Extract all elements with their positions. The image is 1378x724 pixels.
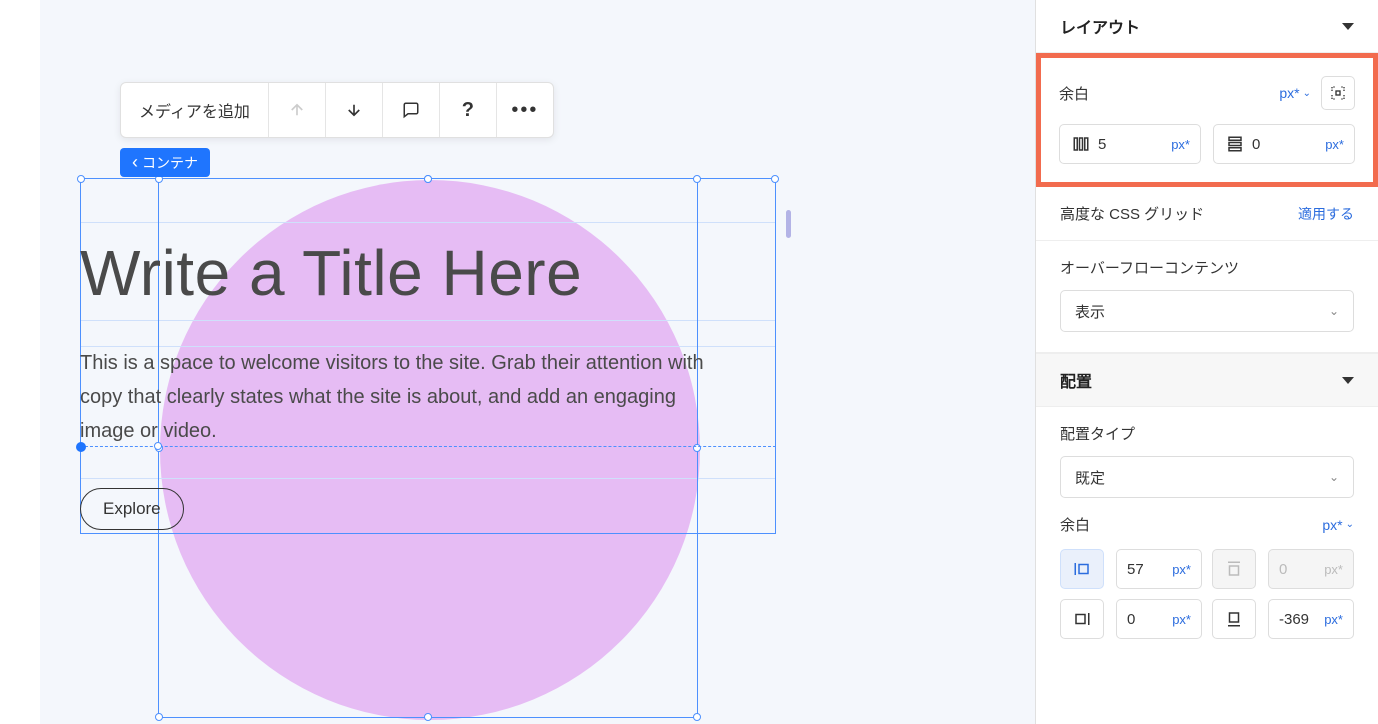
- chevron-down-icon: [1342, 23, 1354, 30]
- vertical-gap-value: 0: [1246, 136, 1325, 153]
- unit-label[interactable]: px*: [1172, 612, 1191, 627]
- help-button[interactable]: ?: [440, 83, 497, 137]
- resize-handle[interactable]: [693, 713, 701, 721]
- placement-section-header[interactable]: 配置: [1036, 353, 1378, 407]
- placement-type-label: 配置タイプ: [1060, 423, 1354, 444]
- margin-right-input[interactable]: 0 px*: [1116, 599, 1202, 639]
- margin-label: 余白: [1060, 514, 1090, 535]
- layout-section-title: レイアウト: [1060, 14, 1140, 38]
- placement-type-value: 既定: [1075, 467, 1105, 488]
- comment-icon: [401, 100, 421, 120]
- arrow-down-icon: [344, 100, 364, 120]
- margin-left-icon-button[interactable]: [1060, 549, 1104, 589]
- expand-icon: [1330, 85, 1346, 101]
- css-grid-row: 高度な CSS グリッド 適用する: [1036, 187, 1378, 241]
- margin-left-icon: [1073, 560, 1091, 578]
- gap-controls-highlight: 余白 px*⌄ 5 px* 0: [1036, 53, 1378, 187]
- divider-handle[interactable]: [786, 210, 791, 238]
- floating-toolbar: メディアを追加 ? •••: [120, 82, 554, 138]
- breadcrumb-label: コンテナ: [142, 153, 198, 173]
- margin-unit-dropdown[interactable]: px*⌄: [1322, 517, 1354, 533]
- inspector-panel: レイアウト 余白 px*⌄ 5 px*: [1035, 0, 1378, 724]
- body-text[interactable]: This is a space to welcome visitors to t…: [80, 346, 730, 448]
- margin-top-icon-button[interactable]: [1212, 549, 1256, 589]
- unit-label[interactable]: px*: [1325, 137, 1344, 152]
- title-text[interactable]: Write a Title Here: [80, 236, 582, 310]
- horizontal-gap-input[interactable]: 5 px*: [1059, 124, 1201, 164]
- more-button[interactable]: •••: [497, 83, 553, 137]
- apply-css-grid-link[interactable]: 適用する: [1298, 204, 1354, 224]
- margin-left-value: 57: [1127, 561, 1172, 578]
- unit-label[interactable]: px*: [1171, 137, 1190, 152]
- resize-handle[interactable]: [155, 713, 163, 721]
- margin-right-icon-button[interactable]: [1060, 599, 1104, 639]
- css-grid-label: 高度な CSS グリッド: [1060, 203, 1204, 224]
- unit-label[interactable]: px*: [1324, 612, 1343, 627]
- overflow-label: オーバーフローコンテンツ: [1060, 257, 1354, 278]
- margin-bottom-icon: [1225, 610, 1243, 628]
- margin-bottom-input[interactable]: -369 px*: [1268, 599, 1354, 639]
- margin-right-value: 0: [1127, 611, 1172, 628]
- comment-button[interactable]: [383, 83, 440, 137]
- horizontal-gap-value: 5: [1092, 136, 1171, 153]
- chevron-down-icon: [1342, 377, 1354, 384]
- chevron-down-icon: ⌄: [1329, 304, 1339, 318]
- resize-handle[interactable]: [424, 713, 432, 721]
- margin-top-value: 0: [1279, 561, 1324, 578]
- gap-label: 余白: [1059, 83, 1089, 104]
- margin-bottom-value: -369: [1279, 611, 1324, 628]
- margin-left-input[interactable]: 57 px*: [1116, 549, 1202, 589]
- columns-icon: [1070, 135, 1092, 153]
- placement-section-title: 配置: [1060, 368, 1092, 392]
- margin-top-icon: [1225, 560, 1243, 578]
- move-down-button[interactable]: [326, 83, 383, 137]
- layout-section-header[interactable]: レイアウト: [1036, 0, 1378, 53]
- arrow-up-icon: [287, 100, 307, 120]
- explore-button[interactable]: Explore: [80, 488, 184, 530]
- overflow-select[interactable]: 表示 ⌄: [1060, 290, 1354, 332]
- unit-label[interactable]: px*: [1172, 562, 1191, 577]
- vertical-gap-input[interactable]: 0 px*: [1213, 124, 1355, 164]
- resize-handle[interactable]: [77, 175, 85, 183]
- resize-handle[interactable]: [693, 175, 701, 183]
- move-up-button[interactable]: [269, 83, 326, 137]
- rows-icon: [1224, 135, 1246, 153]
- margin-bottom-icon-button[interactable]: [1212, 599, 1256, 639]
- unit-label: px*: [1324, 562, 1343, 577]
- breadcrumb-container[interactable]: コンテナ: [120, 148, 210, 177]
- margin-top-input: 0 px*: [1268, 549, 1354, 589]
- anchor-dot[interactable]: [76, 442, 86, 452]
- gap-unit-dropdown[interactable]: px*⌄: [1279, 85, 1311, 101]
- resize-handle[interactable]: [424, 175, 432, 183]
- overflow-value: 表示: [1075, 301, 1105, 322]
- margin-right-icon: [1073, 610, 1091, 628]
- more-icon: •••: [515, 100, 535, 120]
- canvas-area: Write a Title Here This is a space to we…: [0, 0, 1035, 724]
- question-icon: ?: [458, 100, 478, 120]
- placement-type-select[interactable]: 既定 ⌄: [1060, 456, 1354, 498]
- chevron-down-icon: ⌄: [1329, 470, 1339, 484]
- add-media-button[interactable]: メディアを追加: [121, 83, 269, 137]
- expand-gap-button[interactable]: [1321, 76, 1355, 110]
- resize-handle[interactable]: [771, 175, 779, 183]
- resize-handle[interactable]: [154, 442, 162, 450]
